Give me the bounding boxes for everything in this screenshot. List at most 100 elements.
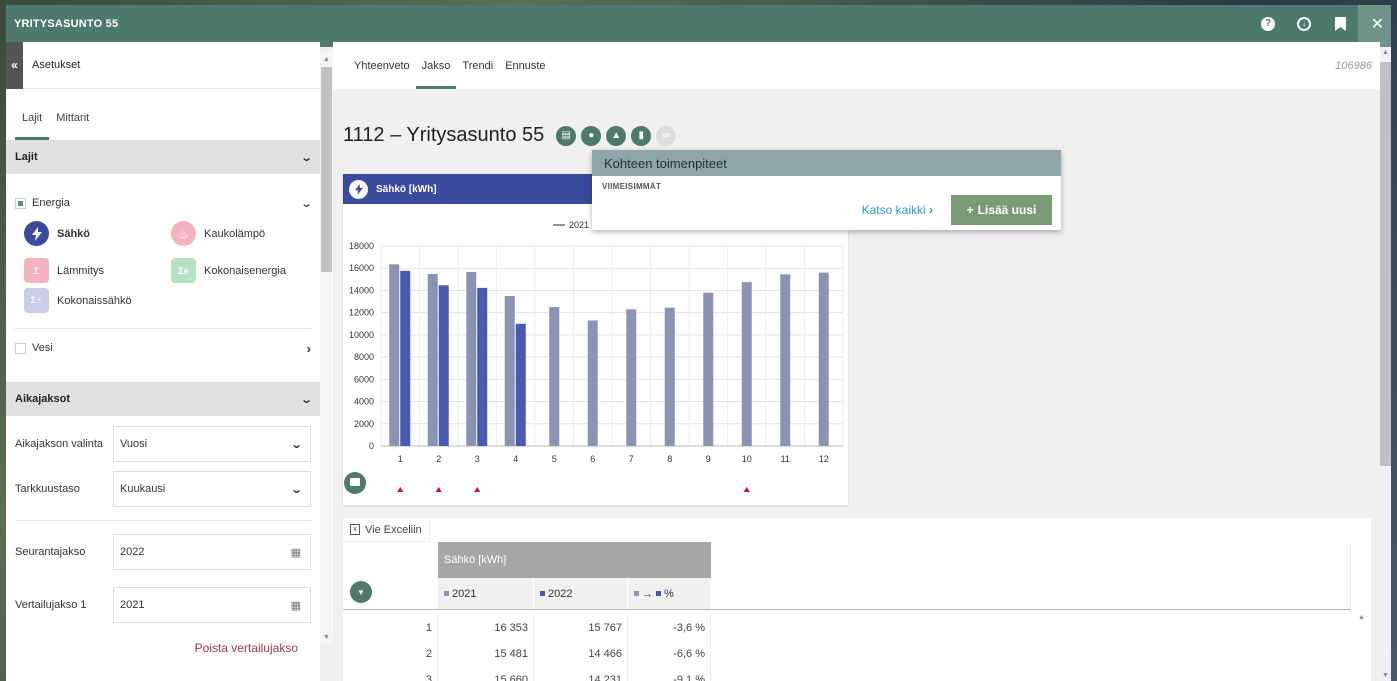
tracking-date-input[interactable]: 2022 ▦: [113, 534, 311, 570]
export-excel-button[interactable]: x Vie Exceliin: [343, 518, 430, 542]
main-tabs: Yhteenveto Jakso Trendi Ennuste 106986: [333, 42, 1380, 89]
export-excel-label: Vie Exceliin: [365, 523, 422, 536]
kind-lammitys[interactable]: Σ Lämmitys: [24, 258, 104, 283]
kind-kokonaisenergia[interactable]: Σe Kokonaisenergia: [171, 258, 286, 283]
tab-trendi[interactable]: Trendi: [456, 42, 499, 89]
bookmark-icon[interactable]: [1322, 5, 1358, 47]
warning-marker: [474, 487, 481, 492]
tab-yhteenveto[interactable]: Yhteenveto: [348, 42, 416, 89]
bar-2022-3: [477, 287, 488, 446]
warning-icon[interactable]: ▲: [606, 125, 627, 146]
excel-icon: x: [350, 524, 360, 535]
bar-2021-12: [818, 272, 829, 446]
table-scrollbar[interactable]: ▲: [1355, 609, 1368, 681]
precision-select[interactable]: Kuukausi ⌄: [113, 471, 311, 507]
lightning-icon: [24, 221, 49, 246]
bar-2021-4: [504, 296, 515, 446]
tab-lajit[interactable]: Lajit: [15, 112, 50, 140]
main-scrollbar[interactable]: ▲ ▼: [1380, 47, 1391, 681]
section-aikajaksot-label: Aikajaksot: [15, 393, 71, 405]
close-icon[interactable]: ✕: [1358, 5, 1391, 47]
column-header-2021[interactable]: 2021: [438, 578, 534, 609]
kind-kokonaissahko[interactable]: Σ⚡ Kokonaissähkö: [24, 288, 132, 313]
row-index: 2: [343, 641, 438, 667]
note-icon[interactable]: ▤: [556, 125, 577, 146]
period-select[interactable]: Vuosi ⌄: [113, 426, 311, 462]
tab-mittarit[interactable]: Mittarit: [49, 112, 96, 140]
water-checkbox[interactable]: [15, 342, 26, 354]
row-index: 1: [343, 615, 438, 641]
value-2021: 15 660: [438, 667, 534, 681]
energy-label: Energia: [32, 197, 70, 209]
y-tick-label: 10000: [349, 330, 374, 340]
kind-sahko[interactable]: Sähkö: [24, 221, 90, 246]
kind-label: Lämmitys: [57, 264, 105, 277]
flame-icon: ♨: [171, 221, 196, 246]
calendar-icon[interactable]: ▦: [291, 546, 301, 559]
table-group-header: Sähkö [kWh]: [438, 542, 711, 578]
expand-rows-button[interactable]: ▼: [350, 581, 372, 603]
y-tick-label: 12000: [349, 308, 374, 318]
period-value: Vuosi: [120, 438, 148, 450]
precision-value: Kuukausi: [120, 483, 166, 495]
chevron-down-icon: ⌄: [299, 151, 313, 164]
help-icon[interactable]: ?: [1250, 5, 1286, 47]
actions-popup: Kohteen toimenpiteet VIIMEISIMMÄT Katso …: [592, 150, 1061, 230]
bar-2021-9: [703, 292, 714, 446]
object-id: 106986: [1335, 59, 1372, 72]
x-tick-label: 10: [742, 454, 752, 464]
x-tick-label: 3: [475, 454, 480, 464]
value-2022: 15 767: [534, 615, 628, 641]
table-row: 1 16 353 15 767 -3,6 %: [343, 615, 711, 641]
column-header-2022[interactable]: 2022: [534, 578, 628, 609]
download-icon[interactable]: ↓: [1286, 5, 1322, 47]
table-row: 2 15 481 14 466 -6,6 %: [343, 641, 711, 667]
lightning-icon: [349, 179, 368, 199]
warning-marker: [743, 487, 750, 492]
see-all-link[interactable]: Katso kaikki ›: [862, 203, 933, 217]
chevron-down-icon: ⌄: [289, 483, 303, 496]
chevron-down-icon: ⌄: [299, 393, 313, 406]
bar-2021-11: [780, 274, 791, 446]
compare-date-input[interactable]: 2021 ▦: [113, 587, 311, 623]
bar-2021-5: [549, 307, 560, 446]
x-tick-label: 9: [706, 454, 711, 464]
section-aikajaksot[interactable]: Aikajaksot ⌄: [6, 382, 320, 416]
bar-2021-10: [741, 282, 752, 446]
total-energy-icon: Σe: [171, 258, 196, 283]
chevron-right-icon: ›: [306, 340, 311, 356]
bar-2022-1: [400, 270, 411, 446]
note-icon-glyph: [350, 478, 360, 486]
value-2022: 14 231: [534, 667, 628, 681]
calendar-icon[interactable]: ▦: [291, 599, 301, 612]
y-tick-label: 18000: [349, 241, 374, 251]
tab-ennuste[interactable]: Ennuste: [499, 42, 551, 89]
document-icon[interactable]: ▮: [631, 125, 652, 146]
water-group[interactable]: Vesi ›: [6, 329, 320, 367]
x-tick-label: 6: [590, 454, 595, 464]
column-header-change[interactable]: →%: [628, 578, 711, 609]
chart-title: Sähkö [kWh]: [376, 183, 437, 195]
add-new-button[interactable]: + Lisää uusi: [951, 195, 1052, 225]
legend-label: 2021: [569, 220, 589, 230]
page-title: 1112 – Yritysasunto 55 ▤ ● ▲ ▮ ∞: [343, 124, 681, 147]
compare-label: Vertailujakso 1: [15, 599, 87, 611]
kind-label: Kokonaisenergia: [204, 264, 286, 277]
link-icon[interactable]: ∞: [656, 125, 677, 146]
x-tick-label: 11: [781, 454, 790, 464]
kind-kaukolampo[interactable]: ♨ Kaukolämpö: [171, 221, 265, 246]
chevron-down-icon: ⌄: [299, 197, 313, 210]
energy-group[interactable]: Energia ⌄: [6, 188, 320, 218]
sidebar-scrollbar[interactable]: ▲ ▼: [320, 52, 333, 644]
section-lajit[interactable]: Lajit ⌄: [6, 140, 320, 174]
bar-2022-2: [438, 285, 449, 446]
energy-checkbox[interactable]: [15, 197, 26, 209]
y-tick-label: 6000: [354, 374, 374, 384]
value-2021: 16 353: [438, 615, 534, 641]
remove-compare-link[interactable]: Poista vertailujakso: [6, 641, 320, 655]
collapse-sidebar-button[interactable]: «: [6, 41, 23, 89]
tab-jakso[interactable]: Jakso: [415, 42, 457, 89]
window-title: YRITYSASUNTO 55: [14, 17, 119, 30]
comment-icon[interactable]: ●: [581, 125, 602, 146]
sidebar-title: Asetukset: [32, 59, 81, 71]
